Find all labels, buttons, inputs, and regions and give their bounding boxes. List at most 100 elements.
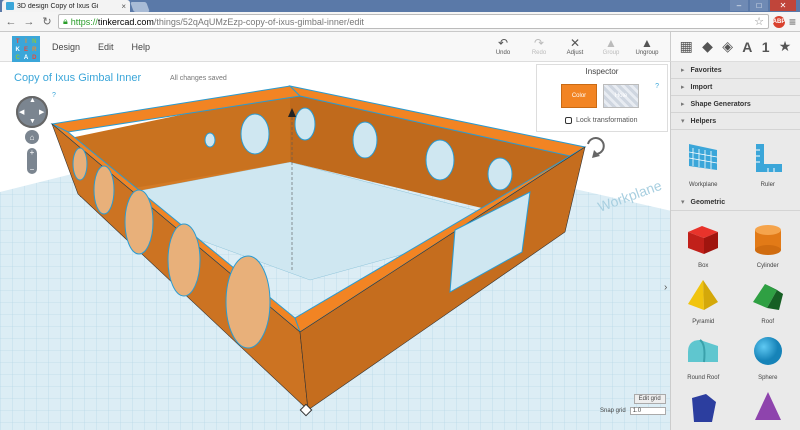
adjust-label: Adjust	[566, 50, 584, 56]
color-swatch[interactable]: Color	[561, 84, 597, 108]
chevron-right-icon: ▸	[681, 101, 685, 108]
tinkercad-logo[interactable]: T I N K E R C A D	[12, 36, 40, 64]
cone-icon	[746, 385, 790, 429]
number-view-icon[interactable]: 1	[762, 39, 770, 55]
grid-controls: Edit grid Snap grid 1.0	[600, 394, 666, 415]
inspector-title: Inspector	[585, 67, 619, 76]
bookmark-star-icon[interactable]: ☆	[754, 15, 764, 28]
pyramid-icon	[681, 273, 725, 317]
roof-icon	[746, 273, 790, 317]
shape-roof[interactable]: Roof	[736, 273, 800, 325]
browser-tab-bar: 3D design Copy of Ixus Gi × – □ ✕	[0, 0, 800, 12]
shape-ruler[interactable]: Ruler	[736, 136, 800, 188]
hole	[294, 107, 316, 141]
zoom-out-icon[interactable]: −	[30, 165, 35, 174]
home-view-button[interactable]: ⌂	[25, 130, 39, 144]
section-shape-generators[interactable]: ▸ Shape Generators	[671, 96, 800, 113]
section-label: Favorites	[690, 66, 722, 74]
group-button[interactable]: ▲ Group	[598, 36, 624, 56]
chevron-right-icon: ▸	[681, 67, 685, 74]
arrow-right-icon[interactable]: ▶	[39, 108, 44, 116]
maximize-icon[interactable]: □	[750, 0, 768, 11]
hole	[487, 157, 513, 191]
url-input[interactable]: 🔒︎ https://tinkercad.com/things/52qAqUMz…	[58, 14, 769, 29]
design-canvas[interactable]: Workplane Copy of Ixus Gimbal Inner All …	[0, 62, 670, 430]
geometric-list: Box Cylinder Pyramid Roof Round Roof Sph…	[671, 211, 800, 430]
shapes-view-icon[interactable]: ◈	[722, 38, 733, 55]
inspector-help-icon[interactable]: ?	[655, 83, 659, 90]
close-tab-icon[interactable]: ×	[121, 2, 126, 11]
edit-grid-button[interactable]: Edit grid	[633, 394, 666, 404]
rotate-handle-icon[interactable]	[587, 137, 605, 155]
shape-round-roof[interactable]: Round Roof	[671, 329, 736, 381]
forward-icon[interactable]: →	[22, 15, 36, 29]
design-title[interactable]: Copy of Ixus Gimbal Inner	[14, 72, 141, 84]
toolbar: ↶ Undo ↷ Redo ✕ Adjust ▲ Group ▲ Ungroup	[490, 36, 660, 56]
snap-grid-select[interactable]: 1.0	[629, 407, 666, 415]
secure-lock-icon: 🔒︎	[63, 16, 68, 26]
section-geometric[interactable]: ▾ Geometric	[671, 194, 800, 211]
chevron-down-icon: ▾	[681, 118, 685, 125]
helpers-list: Workplane Ruler	[671, 130, 800, 194]
back-icon[interactable]: ←	[4, 15, 18, 29]
hole	[93, 165, 115, 215]
menu-design[interactable]: Design	[52, 42, 80, 52]
view-cube[interactable]: ▲ ▼ ◀ ▶	[16, 96, 48, 128]
adblock-extension-icon[interactable]: ABP	[773, 15, 785, 28]
shape-label: Workplane	[688, 182, 718, 188]
help-icon[interactable]: ?	[52, 92, 56, 99]
shape-box[interactable]: Box	[671, 217, 736, 269]
ungroup-button[interactable]: ▲ Ungroup	[634, 36, 660, 56]
address-bar: ← → ↻ 🔒︎ https://tinkercad.com/things/52…	[0, 12, 800, 32]
cube-view-icon[interactable]: ◆	[702, 38, 713, 55]
shape-workplane[interactable]: Workplane	[671, 136, 736, 188]
shape-sphere[interactable]: Sphere	[736, 329, 800, 381]
text-view-icon[interactable]: A	[742, 39, 752, 55]
chevron-down-icon: ▾	[681, 199, 685, 206]
view-switcher: ▦ ◆ ◈ A 1 ★	[670, 32, 800, 62]
hole	[72, 147, 88, 181]
browser-tab[interactable]: 3D design Copy of Ixus Gi ×	[2, 0, 130, 12]
hole	[204, 132, 216, 148]
hole	[240, 113, 270, 155]
reload-icon[interactable]: ↻	[40, 15, 54, 29]
lock-icon	[565, 117, 572, 124]
logo-letter: E	[23, 46, 28, 53]
menu-edit[interactable]: Edit	[98, 42, 114, 52]
workplane-icon	[681, 136, 725, 180]
box-icon	[681, 217, 725, 261]
arrow-up-icon[interactable]: ▲	[29, 97, 36, 104]
ungroup-icon: ▲	[641, 36, 653, 50]
favorites-view-icon[interactable]: ★	[779, 38, 792, 55]
undo-button[interactable]: ↶ Undo	[490, 36, 516, 56]
shape-cylinder[interactable]: Cylinder	[736, 217, 800, 269]
redo-button[interactable]: ↷ Redo	[526, 36, 552, 56]
arrow-left-icon[interactable]: ◀	[19, 108, 24, 116]
ungroup-label: Ungroup	[635, 50, 659, 56]
shape-label: Box	[698, 263, 709, 269]
minimize-icon[interactable]: –	[730, 0, 748, 11]
adjust-icon: ✕	[569, 36, 581, 50]
arrow-down-icon[interactable]: ▼	[29, 118, 36, 125]
shape-hex-prism[interactable]	[671, 385, 736, 429]
section-favorites[interactable]: ▸ Favorites	[671, 62, 800, 79]
cylinder-icon	[746, 217, 790, 261]
grid-view-icon[interactable]: ▦	[680, 38, 693, 55]
shape-label: Round Roof	[687, 375, 720, 381]
hole-swatch[interactable]: Hole	[603, 84, 639, 108]
section-helpers[interactable]: ▾ Helpers	[671, 113, 800, 130]
logo-letter: I	[25, 38, 27, 45]
shape-cone[interactable]	[736, 385, 800, 429]
menu-help[interactable]: Help	[132, 42, 151, 52]
redo-icon: ↷	[533, 36, 545, 50]
section-import[interactable]: ▸ Import	[671, 79, 800, 96]
zoom-in-icon[interactable]: +	[30, 148, 35, 157]
group-label: Group	[602, 50, 620, 56]
shape-label: Sphere	[758, 375, 778, 381]
lock-transformation[interactable]: Lock transformation	[565, 117, 637, 124]
new-tab-button[interactable]	[130, 2, 150, 12]
adjust-button[interactable]: ✕ Adjust	[562, 36, 588, 56]
close-window-icon[interactable]: ✕	[770, 0, 796, 11]
shape-pyramid[interactable]: Pyramid	[671, 273, 736, 325]
browser-menu-icon[interactable]: ≡	[789, 15, 796, 29]
